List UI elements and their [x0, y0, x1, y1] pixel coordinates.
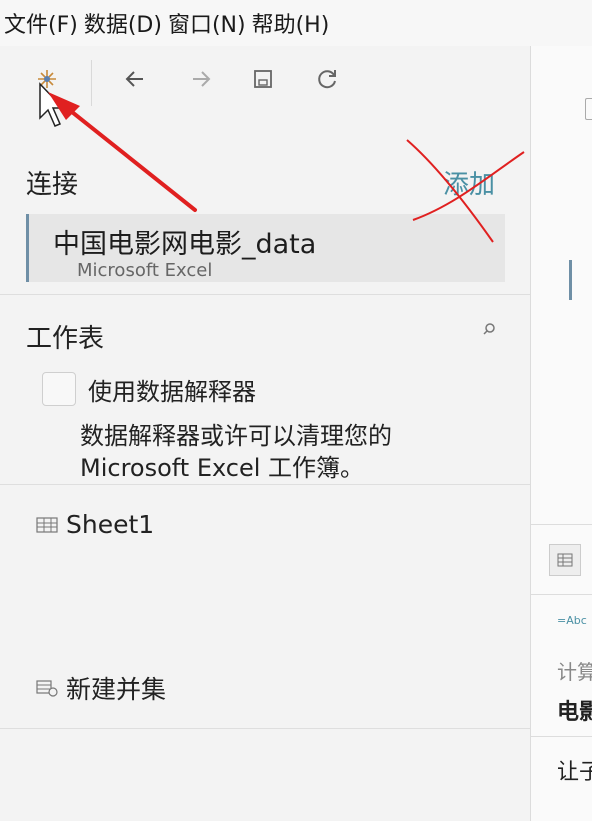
menu-bar: 文件(F) 数据(D) 窗口(N) 帮助(H)	[0, 0, 592, 46]
toolbar	[0, 46, 530, 120]
toolbar-separator	[91, 60, 92, 106]
data-source-panel: 连接 添加 中国电影网电影_data Microsoft Excel 工作表 使…	[0, 46, 531, 821]
menu-data[interactable]: 数据(D)	[84, 7, 162, 39]
forward-arrow-icon[interactable]	[186, 64, 216, 94]
add-connection-link[interactable]: 添加	[443, 164, 495, 201]
worksheets-title: 工作表	[26, 324, 105, 354]
connections-title: 连接	[26, 170, 79, 200]
type-badge: =Abc	[557, 614, 587, 627]
canvas-accent-bar	[569, 260, 572, 300]
union-icon	[36, 680, 58, 697]
search-icon[interactable]	[482, 322, 496, 336]
back-arrow-icon[interactable]	[120, 64, 150, 94]
table-icon	[36, 516, 58, 533]
data-interpreter-label: 使用数据解释器	[88, 378, 256, 406]
sheet-item[interactable]: Sheet1	[36, 510, 154, 539]
canvas-fragment-icon	[585, 98, 592, 120]
grid-divider	[531, 736, 592, 737]
grid-divider	[531, 594, 592, 595]
menu-window[interactable]: 窗口(N)	[168, 7, 246, 39]
new-union-label: 新建并集	[66, 675, 167, 704]
data-interpreter-checkbox[interactable]	[42, 372, 76, 406]
section-divider	[0, 294, 530, 295]
connection-item[interactable]: 中国电影网电影_data Microsoft Excel	[26, 214, 505, 282]
menu-help[interactable]: 帮助(H)	[252, 7, 330, 39]
sheet-label: Sheet1	[66, 510, 155, 539]
section-divider	[0, 484, 530, 485]
canvas-panel: =Abc 计算 电影 让子	[531, 46, 592, 821]
connection-name: 中国电影网电影_data	[53, 229, 317, 260]
data-interpreter-help: 数据解释器或许可以清理您的 Microsoft Excel 工作簿。	[80, 422, 392, 482]
save-icon[interactable]	[248, 64, 278, 94]
grid-divider	[531, 524, 592, 525]
refresh-icon[interactable]	[312, 64, 342, 94]
new-union-item[interactable]: 新建并集	[36, 670, 166, 706]
data-source-icon[interactable]	[32, 64, 62, 94]
field-fragment: 让子	[557, 760, 592, 785]
field-fragment: 计算	[557, 660, 592, 684]
field-fragment: 电影	[557, 700, 592, 725]
menu-file[interactable]: 文件(F)	[4, 7, 78, 39]
grid-view-icon[interactable]	[549, 544, 581, 576]
section-divider	[0, 728, 530, 729]
connection-type: Microsoft Excel	[77, 260, 213, 281]
